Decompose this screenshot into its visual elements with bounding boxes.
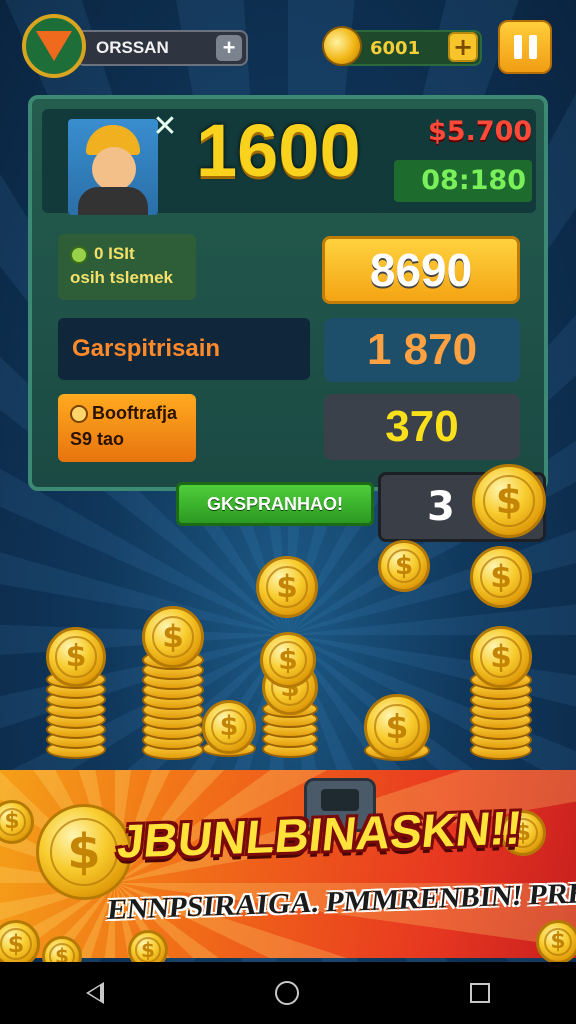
character-portrait — [68, 119, 158, 215]
clock-icon — [70, 245, 88, 264]
character-face — [92, 147, 136, 191]
player-name-bar[interactable]: ORSSAN + — [76, 30, 248, 66]
add-gold-button[interactable]: + — [448, 32, 478, 62]
coin-ring — [543, 927, 573, 957]
coin-ring — [483, 475, 535, 527]
row-2-label: Garspitrisain — [58, 318, 310, 380]
coin-ring — [386, 548, 422, 584]
close-button[interactable]: ✕ — [150, 112, 180, 142]
gold-coin[interactable]: $ — [378, 540, 430, 592]
coin-ring — [374, 704, 420, 750]
home-icon[interactable] — [274, 981, 299, 1005]
row-1-label-line1: 0 ISIt — [94, 244, 135, 263]
coin-ring — [479, 635, 523, 679]
score-value: 1600 — [196, 109, 361, 192]
coin-ring — [210, 708, 248, 746]
gold-coin[interactable]: $ — [260, 632, 316, 688]
player-avatar[interactable] — [22, 14, 86, 78]
gold-coin[interactable]: $ — [536, 920, 576, 964]
coin-stack-top[interactable]: $ — [470, 626, 532, 688]
player-name: ORSSAN — [96, 38, 169, 57]
pause-icon — [513, 35, 522, 59]
gold-amount: 6001 — [370, 37, 421, 59]
row-1-value-button[interactable]: 8690 — [322, 236, 520, 304]
timer-value: 08:180 — [394, 160, 532, 202]
coin-stack-top[interactable]: $ — [364, 694, 430, 760]
add-friend-button[interactable]: + — [216, 35, 242, 61]
coin-ring — [479, 555, 523, 599]
row-3-label[interactable]: Booftrafja S9 tao — [58, 394, 196, 462]
coin-count: 3 — [427, 484, 455, 530]
character-body — [78, 187, 148, 215]
row-3-label-line2: S9 tao — [70, 429, 125, 449]
recents-icon[interactable] — [470, 983, 491, 1003]
row-2-value: 1 870 — [324, 318, 520, 382]
row-3-value: 370 — [324, 394, 520, 460]
row-3-label-line1: Booftrafja — [92, 403, 177, 423]
coin-ring — [135, 937, 161, 963]
coin-ring — [49, 817, 119, 887]
coin-ring — [269, 641, 307, 679]
timer-icon — [70, 405, 88, 424]
coin-stack-top[interactable]: $ — [142, 606, 204, 668]
collect-button[interactable]: GKSPRANHAO! — [176, 482, 374, 526]
row-1-label: 0 ISIt osih tslemek — [58, 234, 196, 300]
coin-ring — [151, 615, 195, 659]
back-icon[interactable] — [85, 982, 104, 1004]
coin-stack-top[interactable]: $ — [46, 627, 106, 687]
price-value: $5.700 — [428, 116, 533, 147]
pause-button[interactable] — [498, 20, 552, 74]
kite-icon — [36, 31, 72, 61]
gold-coin[interactable]: $ — [256, 556, 318, 618]
coin-ring — [0, 928, 32, 960]
pause-icon-bar — [528, 35, 537, 59]
counter-coin-icon: $ — [472, 464, 546, 538]
gold-coin[interactable]: $ — [470, 546, 532, 608]
coin-ring — [0, 807, 27, 837]
row-1-label-line2: osih tslemek — [70, 268, 173, 287]
coin-ring — [55, 636, 97, 678]
coin-ring — [265, 565, 309, 609]
coin-stack-top[interactable]: $ — [202, 700, 256, 754]
system-nav-bar — [0, 962, 576, 1024]
